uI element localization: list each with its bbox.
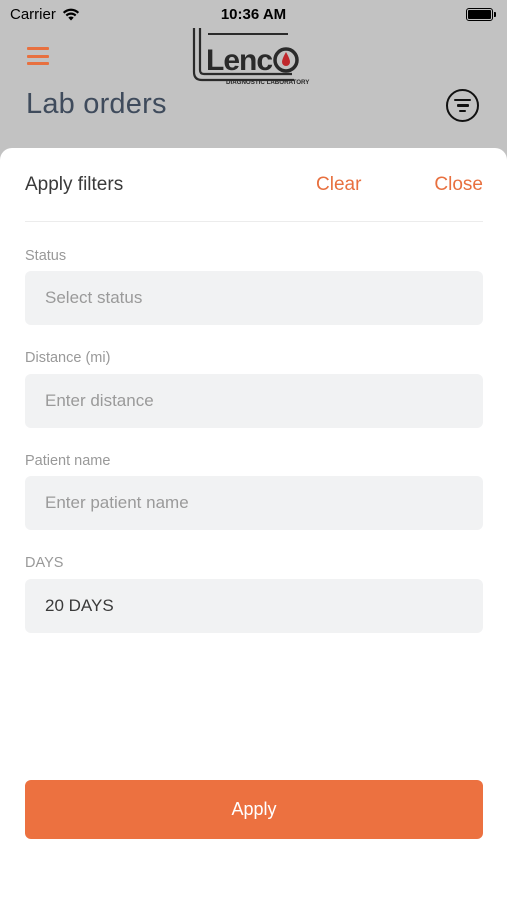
svg-text:Lenc: Lenc [206,44,272,77]
days-select[interactable]: 20 DAYS [25,579,483,633]
days-label: DAYS [25,555,64,571]
patient-name-input[interactable] [25,476,483,530]
status-label: Status [25,248,67,264]
sheet-header: Apply filters Clear Close [25,148,483,222]
sheet-title: Apply filters [25,174,124,195]
apply-button[interactable]: Apply [25,780,483,839]
filter-icon[interactable] [446,89,479,122]
close-button[interactable]: Close [434,174,483,196]
clear-button[interactable]: Clear [316,174,361,196]
carrier-label: Carrier [10,5,56,23]
distance-label: Distance (mi) [25,350,111,366]
battery-icon [466,7,496,21]
lenco-logo: Lenc DIAGNOSTIC LABORATORY [192,28,310,86]
patient-name-label: Patient name [25,453,111,469]
svg-text:DIAGNOSTIC LABORATORY: DIAGNOSTIC LABORATORY [226,79,310,86]
distance-input[interactable] [25,374,483,428]
page-title: Lab orders [26,88,167,120]
hamburger-menu-icon[interactable] [27,47,49,65]
filter-sheet: Apply filters Clear Close Status Select … [0,148,507,900]
status-left: Carrier [10,6,80,23]
status-select[interactable]: Select status [25,271,483,325]
wifi-icon [62,8,79,20]
